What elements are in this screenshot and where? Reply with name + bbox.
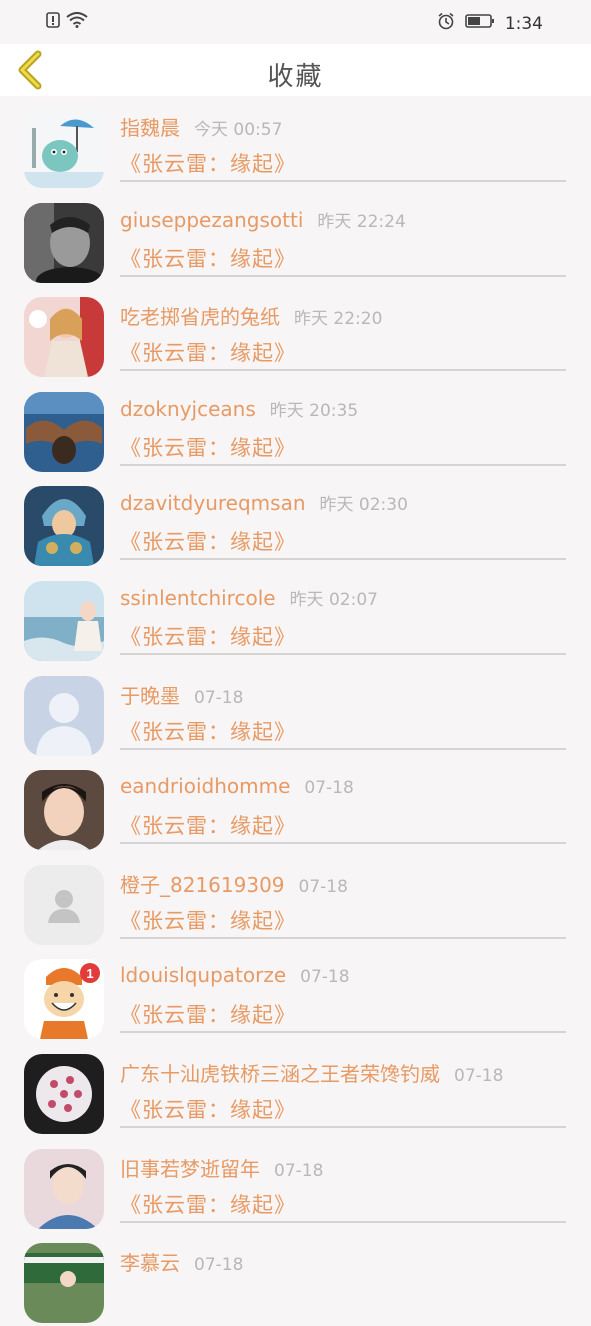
list-item[interactable]: giuseppezangsotti 昨天 22:24 《张云雷：缘起》 xyxy=(0,191,591,286)
avatar[interactable] xyxy=(24,202,104,283)
alarm-icon xyxy=(437,12,455,35)
header: 收藏 xyxy=(0,44,591,96)
status-bar: 1:34 xyxy=(0,0,591,44)
battery-icon xyxy=(465,13,495,34)
page-title: 收藏 xyxy=(267,62,324,92)
avatar[interactable] xyxy=(24,1243,104,1324)
user-name[interactable]: 于晚墨 xyxy=(120,684,180,708)
timestamp: 昨天 02:30 xyxy=(319,495,408,516)
user-name[interactable]: 李慕云 xyxy=(120,1251,180,1275)
book-title[interactable]: 《张云雷：缘起》 xyxy=(120,432,296,462)
list-item[interactable]: 李慕云 07-18 xyxy=(0,1231,591,1326)
list-item[interactable]: 1 ldouislqupatorze 07-18 《张云雷：缘起》 xyxy=(0,947,591,1042)
book-title[interactable]: 《张云雷：缘起》 xyxy=(120,148,296,178)
avatar[interactable] xyxy=(24,580,104,661)
book-title[interactable]: 《张云雷：缘起》 xyxy=(120,1094,296,1124)
avatar[interactable] xyxy=(24,770,104,851)
divider xyxy=(120,1220,566,1223)
list-item[interactable]: 指魏晨 今天 00:57 《张云雷：缘起》 xyxy=(0,96,591,191)
divider xyxy=(120,1125,566,1128)
divider xyxy=(120,180,566,182)
user-name[interactable]: 橙子_821619309 xyxy=(120,873,285,897)
user-name[interactable]: eandrioidhomme xyxy=(120,774,290,798)
avatar[interactable] xyxy=(24,297,104,378)
list-item[interactable]: ssinlentchircole 昨天 02:07 《张云雷：缘起》 xyxy=(0,569,591,664)
timestamp: 今天 00:57 xyxy=(194,120,283,140)
divider xyxy=(120,463,566,466)
timestamp: 昨天 02:07 xyxy=(289,589,378,610)
status-icons-right: 1:34 xyxy=(437,12,543,35)
avatar[interactable] xyxy=(24,486,104,567)
user-name[interactable]: ssinlentchircole xyxy=(120,586,276,610)
timestamp: 昨天 20:35 xyxy=(269,400,359,421)
timestamp: 昨天 22:20 xyxy=(294,309,383,330)
avatar[interactable] xyxy=(24,108,104,188)
notification-badge: 1 xyxy=(86,966,93,981)
divider xyxy=(120,274,566,277)
favorites-list: 指魏晨 今天 00:57 《张云雷：缘起》 giuseppezangsotti 昨天… xyxy=(0,96,591,1326)
user-name[interactable]: 旧事若梦逝留年 xyxy=(120,1157,260,1181)
list-item[interactable]: 广东十汕虎铁桥三涵之王者荣馋钓威 07-18 《张云雷：缘起》 xyxy=(0,1042,591,1137)
divider xyxy=(120,1031,566,1034)
divider xyxy=(120,558,566,561)
book-title[interactable]: 《张云雷：缘起》 xyxy=(120,905,296,935)
book-title[interactable]: 《张云雷：缘起》 xyxy=(120,526,296,556)
divider xyxy=(120,747,566,750)
status-icons-left xyxy=(46,12,88,32)
avatar[interactable]: 1 xyxy=(24,959,104,1040)
list-item[interactable]: 橙子_821619309 07-18 《张云雷：缘起》 xyxy=(0,853,591,948)
timestamp: 07-18 xyxy=(274,1160,324,1181)
user-name[interactable]: dzoknyjceans xyxy=(120,397,256,421)
book-title[interactable]: 《张云雷：缘起》 xyxy=(120,243,296,273)
list-item[interactable]: eandrioidhomme 07-18 《张云雷：缘起》 xyxy=(0,758,591,853)
timestamp: 07-18 xyxy=(300,967,350,988)
list-item[interactable]: 吃老掷省虎的兔纸 昨天 22:20 《张云雷：缘起》 xyxy=(0,285,591,380)
book-title[interactable]: 《张云雷：缘起》 xyxy=(120,1189,296,1219)
alert-icon xyxy=(46,12,60,32)
avatar[interactable] xyxy=(24,864,104,945)
timestamp: 07-18 xyxy=(454,1065,504,1086)
avatar[interactable] xyxy=(24,1148,104,1229)
user-name[interactable]: dzavitdyureqmsan xyxy=(120,491,306,515)
divider xyxy=(120,369,566,372)
divider xyxy=(120,842,566,845)
timestamp: 07-18 xyxy=(298,876,348,897)
book-title[interactable]: 《张云雷：缘起》 xyxy=(120,716,296,746)
book-title[interactable]: 《张云雷：缘起》 xyxy=(120,621,296,651)
timestamp: 07-18 xyxy=(304,778,354,799)
list-item[interactable]: dzavitdyureqmsan 昨天 02:30 《张云雷：缘起》 xyxy=(0,474,591,569)
list-item[interactable]: 旧事若梦逝留年 07-18 《张云雷：缘起》 xyxy=(0,1137,591,1232)
avatar[interactable] xyxy=(24,675,104,756)
timestamp: 07-18 xyxy=(194,1255,244,1276)
wifi-icon xyxy=(66,12,88,32)
user-name[interactable]: 吃老掷省虎的兔纸 xyxy=(120,305,280,329)
list-item[interactable]: dzoknyjceans 昨天 20:35 《张云雷：缘起》 xyxy=(0,380,591,475)
divider xyxy=(120,652,566,655)
book-title[interactable]: 《张云雷：缘起》 xyxy=(120,810,296,840)
avatar[interactable] xyxy=(24,391,104,472)
user-name[interactable]: 广东十汕虎铁桥三涵之王者荣馋钓威 xyxy=(120,1062,440,1086)
book-title[interactable]: 《张云雷：缘起》 xyxy=(120,337,296,367)
list-item[interactable]: 于晚墨 07-18 《张云雷：缘起》 xyxy=(0,664,591,759)
user-name[interactable]: giuseppezangsotti xyxy=(120,208,303,232)
user-name[interactable]: 指魏晨 xyxy=(120,116,180,140)
avatar[interactable] xyxy=(24,1053,104,1134)
timestamp: 昨天 22:24 xyxy=(317,211,406,232)
book-title[interactable]: 《张云雷：缘起》 xyxy=(120,999,296,1029)
user-name[interactable]: ldouislqupatorze xyxy=(120,963,286,987)
timestamp: 07-18 xyxy=(194,687,244,708)
clock-time: 1:34 xyxy=(504,13,543,34)
divider xyxy=(120,936,566,939)
